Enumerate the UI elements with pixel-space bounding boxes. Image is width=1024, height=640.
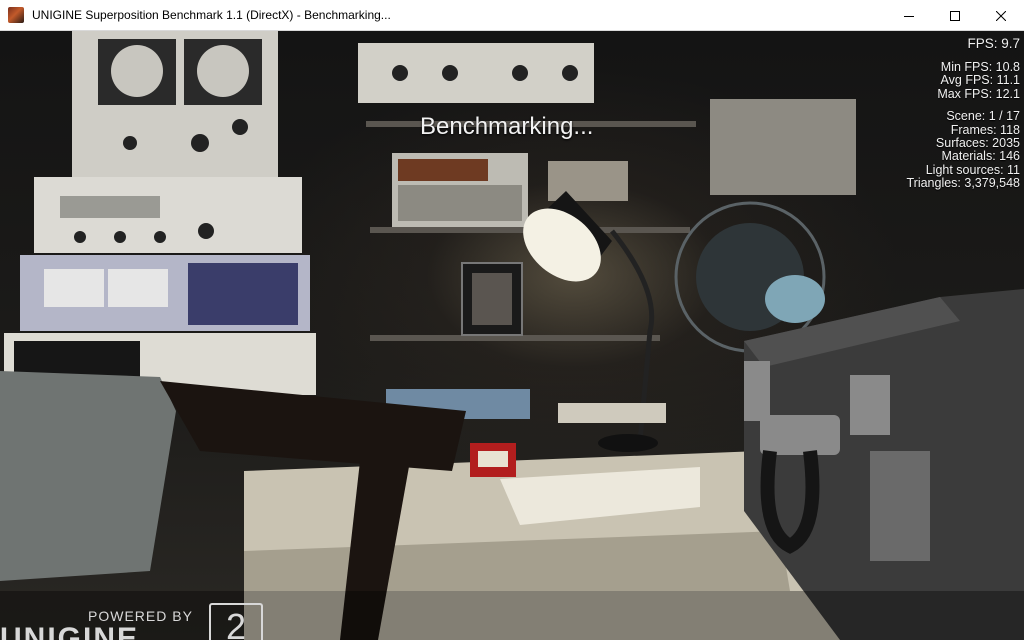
window-title: UNIGINE Superposition Benchmark 1.1 (Dir… [32,8,391,22]
maximize-button[interactable] [932,0,978,31]
unigine-app-icon[interactable] [8,7,24,23]
app-window: UNIGINE Superposition Benchmark 1.1 (Dir… [0,0,1024,640]
benchmark-status: Benchmarking... [420,113,594,140]
close-icon [996,10,1006,21]
triangles-counter: Triangles: 3,379,548 [906,176,1020,191]
unigine-2-logo-mark: 2 [209,603,263,640]
close-button[interactable] [978,0,1024,31]
fps-counter: FPS: 9.7 [967,36,1020,51]
benchmark-viewport: Benchmarking... FPS: 9.7 Min FPS: 10.8 A… [0,31,1024,640]
minimize-button[interactable] [886,0,932,31]
title-bar[interactable]: UNIGINE Superposition Benchmark 1.1 (Dir… [0,0,1024,31]
min-fps: Min FPS: 10.8 [940,60,1020,74]
surfaces-counter: Surfaces: 2035 [935,136,1020,151]
light-sources-counter: Light sources: 11 [925,162,1020,177]
frames-counter: Frames: 118 [950,122,1020,137]
scene-counter: Scene: 1 / 17 [946,109,1020,124]
materials-counter: Materials: 146 [941,149,1020,164]
avg-fps: Avg FPS: 11.1 [940,73,1020,88]
stats-panel: FPS: 9.7 Min FPS: 10.8 Avg FPS: 11.1 Max… [906,37,1020,191]
unigine-logo-word: UNIGINE [0,622,140,640]
maximize-icon [950,10,960,21]
max-fps: Max FPS: 12.1 [937,86,1020,101]
minimize-icon [904,15,914,17]
